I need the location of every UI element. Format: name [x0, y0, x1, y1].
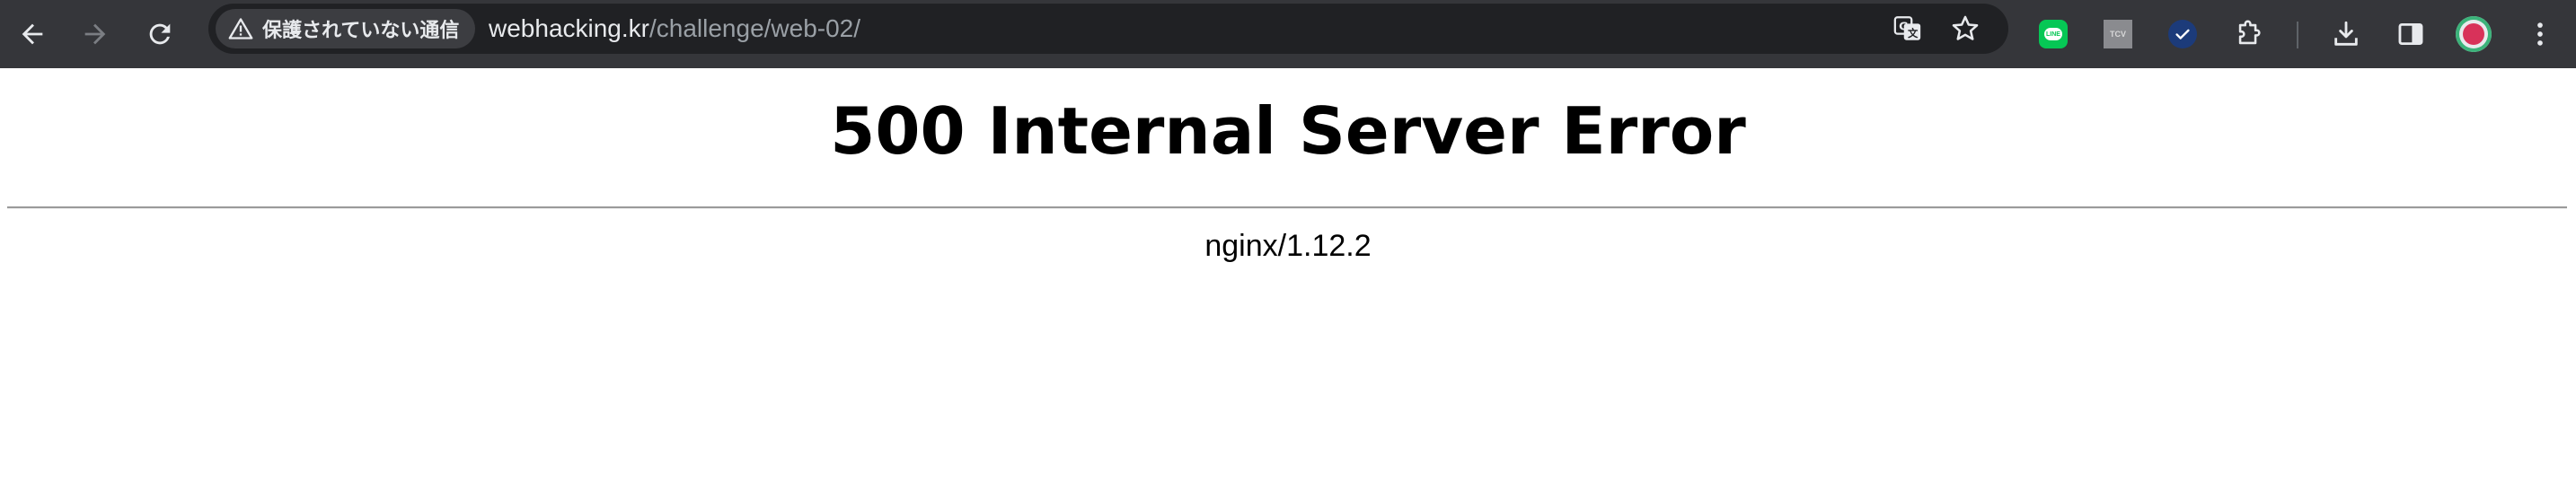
browser-toolbar: 保護されていない通信 webhacking.kr/challenge/web-0…	[0, 0, 2576, 68]
address-bar[interactable]: 保護されていない通信 webhacking.kr/challenge/web-0…	[208, 4, 2008, 54]
browser-menu-button[interactable]	[2517, 11, 2563, 57]
tcv-extension-icon: TCV	[2104, 20, 2132, 48]
extensions-menu-button[interactable]	[2226, 11, 2272, 57]
page-content: 500 Internal Server Error nginx/1.12.2	[0, 68, 2576, 490]
downloads-button[interactable]	[2323, 11, 2369, 57]
tcv-extension-button[interactable]: TCV	[2095, 11, 2141, 57]
arrow-right-icon	[84, 23, 106, 45]
warning-triangle-icon	[228, 18, 253, 39]
check-shield-extension-icon	[2168, 20, 2197, 48]
kebab-menu-icon	[2537, 22, 2543, 46]
line-extension-label: LINE	[2044, 28, 2062, 40]
profile-button[interactable]	[2450, 11, 2497, 57]
bitwarden-extension-button[interactable]	[2159, 11, 2206, 57]
forward-button[interactable]	[70, 9, 120, 59]
puzzle-icon	[2238, 20, 2261, 45]
horizontal-rule	[7, 206, 2567, 209]
error-title: 500 Internal Server Error	[830, 93, 1746, 169]
line-extension-icon: LINE	[2039, 20, 2068, 48]
url-host: webhacking.kr	[489, 14, 649, 42]
line-extension-button[interactable]: LINE	[2030, 11, 2077, 57]
profile-avatar	[2456, 16, 2492, 52]
svg-text:文: 文	[1908, 27, 1919, 39]
url-path: /challenge/web-02/	[648, 14, 861, 42]
reload-icon	[149, 23, 171, 45]
side-panel-icon	[2398, 22, 2423, 46]
tcv-extension-label: TCV	[2110, 30, 2126, 39]
security-indicator-chip[interactable]: 保護されていない通信	[216, 9, 476, 48]
security-label: 保護されていない通信	[262, 19, 460, 41]
translate-icon: G 文	[1893, 16, 1921, 40]
bookmark-star-button[interactable]	[1947, 11, 1983, 47]
star-icon	[1952, 15, 1979, 40]
reload-button[interactable]	[135, 9, 185, 59]
arrow-left-icon	[22, 23, 43, 45]
toolbar-divider	[2297, 22, 2298, 48]
server-signature: nginx/1.12.2	[1204, 229, 1372, 263]
download-icon	[2334, 21, 2358, 46]
translate-button[interactable]: G 文	[1890, 11, 1926, 47]
side-panel-button[interactable]	[2387, 11, 2434, 57]
url-text[interactable]: webhacking.kr/challenge/web-02/	[489, 4, 860, 54]
back-button[interactable]	[7, 9, 57, 59]
